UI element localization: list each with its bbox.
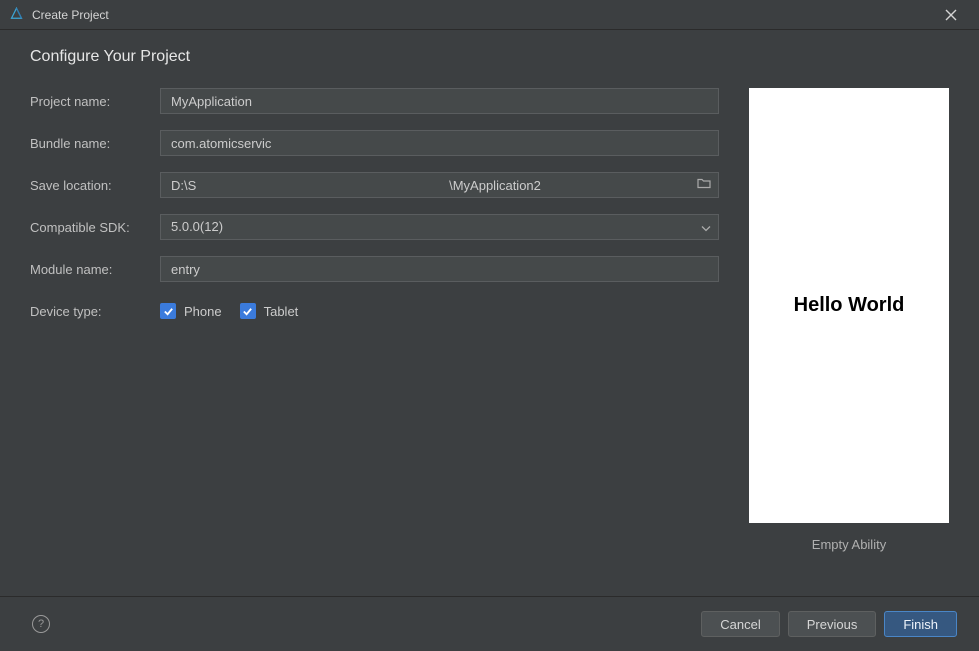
compatible-sdk-label: Compatible SDK: — [30, 220, 160, 235]
device-type-tablet-checkbox[interactable]: Tablet — [240, 303, 299, 319]
window-close-button[interactable] — [931, 1, 971, 29]
finish-button[interactable]: Finish — [884, 611, 957, 637]
cancel-button[interactable]: Cancel — [701, 611, 779, 637]
preview-content-text: Hello World — [794, 294, 905, 317]
checkbox-checked-icon — [160, 303, 176, 319]
device-type-label: Device type: — [30, 304, 160, 319]
close-icon — [945, 9, 957, 21]
help-icon: ? — [38, 618, 44, 630]
project-form: Project name: Bundle name: Save location… — [30, 88, 749, 552]
titlebar: Create Project — [0, 0, 979, 30]
row-bundle-name: Bundle name: — [30, 130, 719, 156]
device-type-tablet-label: Tablet — [264, 304, 299, 319]
page-title: Configure Your Project — [30, 48, 949, 66]
help-button[interactable]: ? — [32, 615, 50, 633]
project-name-input[interactable] — [160, 88, 719, 114]
bundle-name-input[interactable] — [160, 130, 719, 156]
row-project-name: Project name: — [30, 88, 719, 114]
row-compatible-sdk: Compatible SDK: 5.0.0(12) — [30, 214, 719, 240]
browse-folder-button[interactable] — [697, 178, 711, 193]
device-type-phone-checkbox[interactable]: Phone — [160, 303, 222, 319]
preview-frame: Hello World — [749, 88, 949, 523]
compatible-sdk-value: 5.0.0(12) — [171, 219, 223, 234]
bundle-name-label: Bundle name: — [30, 136, 160, 151]
checkbox-checked-icon — [240, 303, 256, 319]
content-area: Configure Your Project Project name: Bun… — [0, 30, 979, 596]
module-name-input[interactable] — [160, 256, 719, 282]
preview-caption: Empty Ability — [812, 537, 886, 552]
window-title: Create Project — [32, 8, 931, 22]
footer: ? Cancel Previous Finish — [0, 596, 979, 651]
previous-button[interactable]: Previous — [788, 611, 877, 637]
row-device-type: Device type: Phone — [30, 298, 719, 324]
preview-column: Hello World Empty Ability — [749, 88, 949, 552]
save-location-input[interactable] — [160, 172, 719, 198]
app-logo-icon — [8, 7, 24, 23]
row-save-location: Save location: — [30, 172, 719, 198]
row-module-name: Module name: — [30, 256, 719, 282]
module-name-label: Module name: — [30, 262, 160, 277]
project-name-label: Project name: — [30, 94, 160, 109]
compatible-sdk-select[interactable]: 5.0.0(12) — [160, 214, 719, 240]
folder-icon — [697, 178, 711, 190]
save-location-label: Save location: — [30, 178, 160, 193]
device-type-phone-label: Phone — [184, 304, 222, 319]
